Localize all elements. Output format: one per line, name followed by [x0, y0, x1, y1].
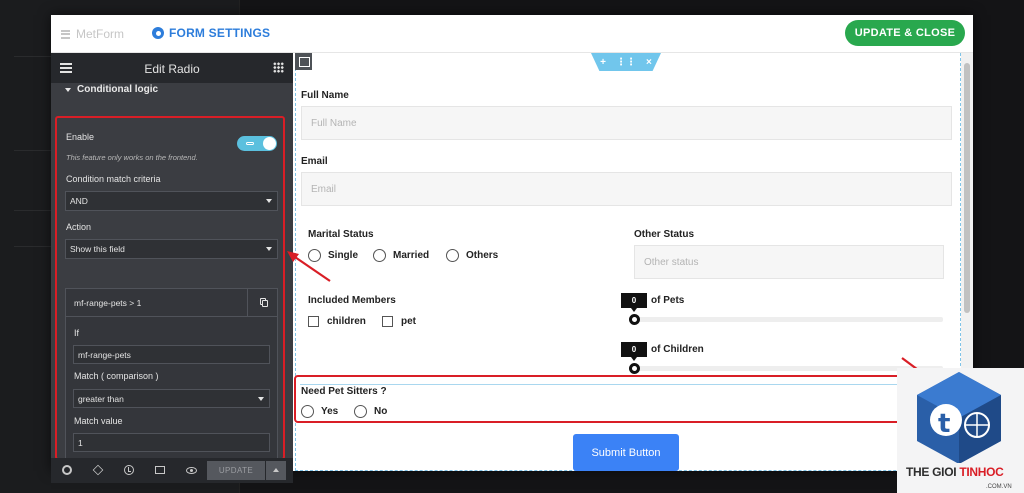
svg-text:t: t	[938, 409, 950, 439]
annotation-arrows	[287, 251, 961, 402]
watermark-text-part1: THE GIOI	[906, 465, 960, 479]
watermark-domain: .COM.VN	[986, 484, 1012, 490]
watermark-text: THE GIOI TINHOC	[906, 465, 1004, 479]
watermark-logo-icon: t	[917, 372, 1001, 463]
annotation-arrow-left	[287, 251, 331, 282]
watermark: t THE GIOI TINHOC .COM.VN	[897, 368, 1024, 493]
watermark-text-part2: TINHOC	[959, 465, 1004, 479]
